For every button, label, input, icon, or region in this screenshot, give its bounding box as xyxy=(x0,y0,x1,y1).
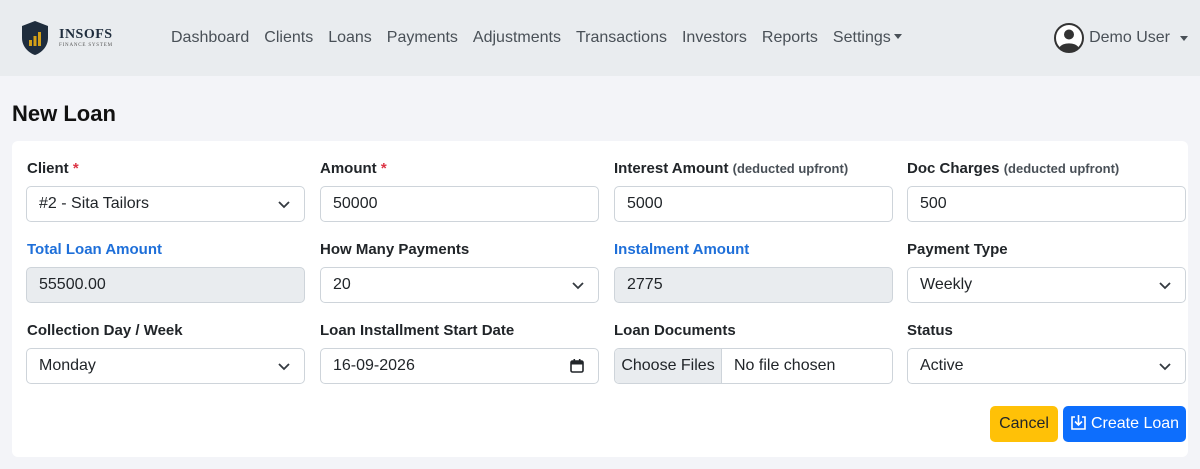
collection-day-label: Collection Day / Week xyxy=(27,322,183,339)
user-name: Demo User xyxy=(1089,29,1170,46)
required-asterisk: * xyxy=(72,160,79,177)
chevron-down-icon xyxy=(1159,363,1171,371)
interest-amount-input[interactable]: 5000 xyxy=(614,186,893,222)
payment-type-label: Payment Type xyxy=(907,241,1008,258)
nav-dashboard[interactable]: Dashboard xyxy=(171,28,249,48)
nav-transactions[interactable]: Transactions xyxy=(576,28,667,48)
total-loan-amount-field: 55500.00 xyxy=(26,267,305,303)
interest-hint: (deducted upfront) xyxy=(732,161,849,176)
payments-count-label: How Many Payments xyxy=(320,241,470,258)
doc-charges-label: Doc Charges (deducted upfront) xyxy=(907,160,1120,177)
caret-down-icon xyxy=(1180,35,1188,41)
nav-settings-dropdown[interactable]: Settings xyxy=(833,28,902,48)
cancel-button[interactable]: Cancel xyxy=(990,406,1058,442)
status-value: Active xyxy=(920,357,964,374)
nav-payments[interactable]: Payments xyxy=(387,28,458,48)
page-title: New Loan xyxy=(12,101,116,126)
chevron-down-icon xyxy=(572,282,584,290)
loan-documents-label: Loan Documents xyxy=(614,322,736,339)
create-loan-label: Create Loan xyxy=(1090,415,1180,432)
status-label: Status xyxy=(907,322,953,339)
amount-label: Amount * xyxy=(320,160,387,177)
doc-charges-input[interactable]: 500 xyxy=(907,186,1186,222)
nav-adjustments[interactable]: Adjustments xyxy=(473,28,561,48)
interest-amount-label: Interest Amount (deducted upfront) xyxy=(614,160,849,177)
client-select[interactable]: #2 - Sita Tailors xyxy=(26,186,305,222)
instalment-amount-field: 2775 xyxy=(614,267,893,303)
payment-type-value: Weekly xyxy=(920,276,973,293)
nav-reports[interactable]: Reports xyxy=(762,28,818,48)
caret-down-icon xyxy=(893,34,902,39)
shield-logo-icon xyxy=(22,21,48,55)
brand-logo[interactable]: INSOFS FINANCE SYSTEM xyxy=(20,20,113,56)
user-menu[interactable]: Demo User xyxy=(1054,23,1188,53)
client-select-value: #2 - Sita Tailors xyxy=(39,195,149,212)
nav-clients[interactable]: Clients xyxy=(264,28,313,48)
nav-settings-label: Settings xyxy=(832,29,891,46)
brand-name: INSOFS xyxy=(59,27,113,42)
collection-day-value: Monday xyxy=(39,357,96,374)
top-navbar: INSOFS FINANCE SYSTEM Dashboard Clients … xyxy=(0,0,1200,76)
start-date-value: 16-09-2026 xyxy=(333,357,415,374)
nav-loans[interactable]: Loans xyxy=(328,28,372,48)
payments-count-select[interactable]: 20 xyxy=(320,267,599,303)
collection-day-select[interactable]: Monday xyxy=(26,348,305,384)
choose-files-button[interactable]: Choose Files xyxy=(615,349,722,383)
chevron-down-icon xyxy=(1159,282,1171,290)
calendar-icon[interactable] xyxy=(570,359,584,373)
download-save-icon xyxy=(1071,415,1086,430)
required-asterisk: * xyxy=(380,160,387,177)
instalment-amount-label: Instalment Amount xyxy=(614,241,750,258)
amount-input[interactable]: 50000 xyxy=(320,186,599,222)
loan-documents-file-input[interactable]: Choose Files No file chosen xyxy=(614,348,893,384)
payment-type-select[interactable]: Weekly xyxy=(907,267,1186,303)
client-label: Client * xyxy=(27,160,79,177)
doc-charges-hint: (deducted upfront) xyxy=(1003,161,1120,176)
brand-tagline: FINANCE SYSTEM xyxy=(59,43,113,48)
chevron-down-icon xyxy=(278,201,290,209)
status-select[interactable]: Active xyxy=(907,348,1186,384)
chevron-down-icon xyxy=(278,363,290,371)
total-loan-amount-label: Total Loan Amount xyxy=(27,241,162,258)
create-loan-button[interactable]: Create Loan xyxy=(1063,406,1186,442)
loan-form-card: Client * #2 - Sita Tailors Amount * 5000… xyxy=(12,141,1188,457)
file-status-text: No file chosen xyxy=(734,357,836,374)
user-avatar-icon xyxy=(1054,23,1085,53)
start-date-input[interactable]: 16-09-2026 xyxy=(320,348,599,384)
nav-investors[interactable]: Investors xyxy=(682,28,747,48)
main-nav: Dashboard Clients Loans Payments Adjustm… xyxy=(171,28,917,48)
payments-count-value: 20 xyxy=(333,276,351,293)
start-date-label: Loan Installment Start Date xyxy=(320,322,515,339)
